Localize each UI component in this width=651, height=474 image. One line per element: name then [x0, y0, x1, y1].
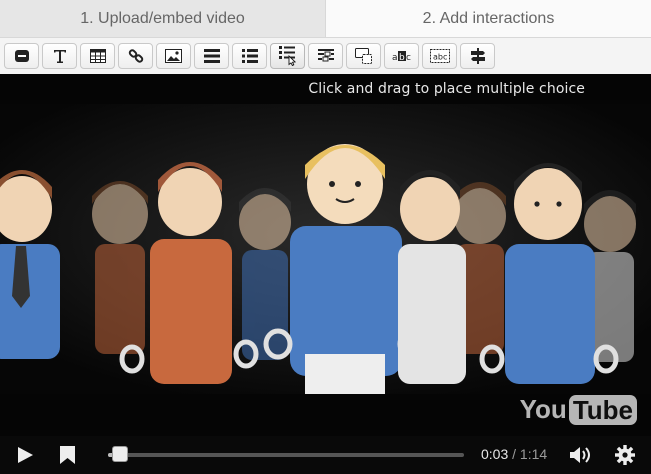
- multiple-choice-icon: [278, 46, 297, 66]
- image-icon: [165, 49, 182, 63]
- interactions-toolbar: abc abc: [0, 38, 651, 74]
- fill-in-blanks-icon: [317, 49, 334, 63]
- toolbar-tooltip: Click and drag to place multiple choice: [308, 81, 585, 97]
- crossroads-icon: [470, 48, 486, 64]
- label-icon: [14, 48, 30, 64]
- drag-text-button[interactable]: abc: [422, 43, 457, 69]
- text-button[interactable]: [42, 43, 77, 69]
- tab-upload-embed-video[interactable]: 1. Upload/embed video: [0, 0, 325, 37]
- label-button[interactable]: [4, 43, 39, 69]
- drag-and-drop-icon: [355, 48, 372, 64]
- mark-words-button[interactable]: abc: [384, 43, 419, 69]
- volume-icon[interactable]: [570, 446, 592, 464]
- progress-handle[interactable]: [112, 446, 128, 462]
- statements-button[interactable]: [194, 43, 229, 69]
- video-frame-image: [0, 104, 651, 394]
- progress-bar[interactable]: [108, 453, 464, 457]
- image-button[interactable]: [156, 43, 191, 69]
- fill-in-blanks-button[interactable]: [308, 43, 343, 69]
- svg-text:abc: abc: [433, 53, 447, 62]
- editor-tabs: 1. Upload/embed video 2. Add interaction…: [0, 0, 651, 38]
- svg-text:c: c: [406, 53, 411, 62]
- bookmark-icon[interactable]: [60, 446, 75, 464]
- youtube-logo: You Tube: [520, 394, 637, 425]
- link-button[interactable]: [118, 43, 153, 69]
- svg-text:a: a: [392, 53, 398, 62]
- single-choice-button[interactable]: [232, 43, 267, 69]
- link-icon: [128, 48, 144, 64]
- video-player[interactable]: Click and drag to place multiple choice: [0, 74, 651, 474]
- table-icon: [89, 49, 106, 63]
- drag-and-drop-button[interactable]: [346, 43, 381, 69]
- text-icon: [53, 48, 67, 64]
- table-button[interactable]: [80, 43, 115, 69]
- time-display: 0:03 / 1:14: [481, 446, 547, 462]
- mark-words-icon: abc: [392, 50, 412, 62]
- tab-add-interactions[interactable]: 2. Add interactions: [325, 0, 651, 37]
- time-separator: /: [512, 446, 517, 462]
- statements-icon: [203, 49, 220, 63]
- current-time: 0:03: [481, 446, 509, 462]
- single-choice-icon: [241, 49, 258, 63]
- crossroads-button[interactable]: [460, 43, 495, 69]
- total-time: 1:14: [519, 446, 548, 462]
- play-icon[interactable]: [16, 446, 34, 464]
- svg-text:b: b: [399, 53, 405, 62]
- drag-text-icon: abc: [429, 49, 450, 63]
- settings-gear-icon[interactable]: [615, 445, 635, 465]
- video-controls: 0:03 / 1:14: [0, 436, 651, 474]
- multiple-choice-button[interactable]: [270, 43, 305, 69]
